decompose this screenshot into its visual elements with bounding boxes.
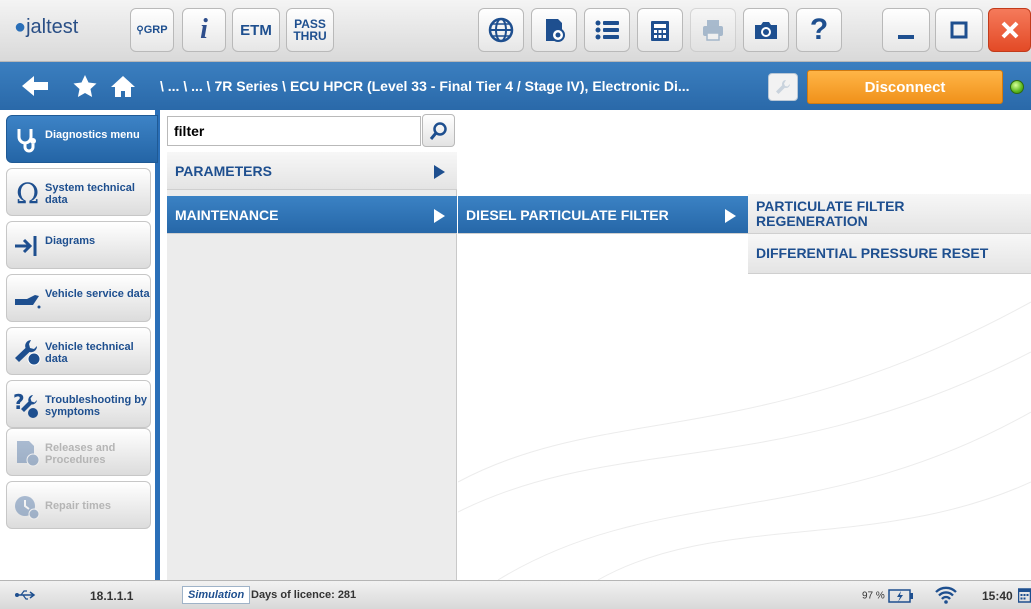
sidebar-item-label: Diagnostics menu	[45, 129, 140, 141]
search-icon	[429, 121, 447, 140]
usb-icon	[15, 590, 36, 600]
search-button[interactable]	[422, 114, 455, 147]
maximize-button[interactable]	[935, 8, 983, 52]
procedures-icon	[17, 441, 40, 467]
globe-button[interactable]	[478, 8, 524, 52]
svg-text:Ω: Ω	[16, 179, 39, 207]
home-button[interactable]	[110, 74, 136, 103]
menu-column-2: DIESEL PARTICULATE FILTER	[458, 196, 748, 234]
battery-status: 97 %	[862, 589, 914, 603]
sidebar-divider	[155, 110, 160, 580]
sidebar-item-diagrams[interactable]: Diagrams	[6, 221, 151, 269]
back-button[interactable]	[20, 74, 50, 103]
menu-column-1: PARAMETERS MAINTENANCE	[167, 152, 457, 580]
list-icon	[595, 20, 619, 40]
camera-icon	[755, 22, 777, 39]
maximize-icon	[950, 21, 968, 39]
view-button[interactable]	[531, 8, 577, 52]
close-button[interactable]	[988, 8, 1031, 52]
arrow-right-icon	[434, 209, 445, 223]
minimize-button[interactable]	[882, 8, 930, 52]
sidebar-item-label: Vehicle service data	[45, 288, 150, 300]
help-button[interactable]: ?	[796, 8, 842, 52]
sidebar-item-label: System technical data	[45, 182, 135, 206]
favorites-button[interactable]	[72, 74, 98, 103]
software-version: 18.1.1.1	[90, 589, 134, 603]
etm-button[interactable]: ETM	[232, 8, 280, 52]
status-bar: 18.1.1.1 Simulation Days of licence: 281…	[0, 580, 1031, 609]
clock: 15:40	[982, 589, 1013, 603]
wrench-icon	[776, 80, 790, 94]
arrow-right-icon	[434, 165, 445, 179]
menu-item-particulate-filter-regeneration[interactable]: PARTICULATE FILTER REGENERATION	[748, 194, 1031, 234]
omega-icon: Ω	[16, 179, 39, 207]
licence-days: Days of licence: 281	[251, 589, 357, 601]
wifi-icon	[935, 586, 957, 604]
stethoscope-icon	[17, 129, 36, 153]
globe-icon	[488, 17, 514, 43]
pass-thru-button[interactable]: PASS THRU	[286, 8, 334, 52]
sidebar-item-system-technical-data[interactable]: Ω System technical data	[6, 168, 151, 216]
calculator-button[interactable]	[637, 8, 683, 52]
calendar-icon	[1018, 588, 1031, 603]
simulation-badge: Simulation	[182, 586, 251, 604]
menu-item-maintenance[interactable]: MAINTENANCE	[167, 196, 457, 234]
sidebar-item-vehicle-technical-data[interactable]: Vehicle technical data	[6, 327, 151, 375]
diagram-arrow-icon	[15, 236, 37, 256]
wrench-globe-icon	[15, 340, 41, 366]
magnifier-icon: ⚲	[136, 24, 144, 36]
sidebar-item-label: Repair times	[45, 500, 112, 512]
list-button[interactable]	[584, 8, 630, 52]
star-icon	[73, 75, 97, 97]
home-icon	[111, 76, 135, 97]
menu-column-3: PARTICULATE FILTER REGENERATION DIFFEREN…	[748, 194, 1031, 274]
sidebar-item-label: Vehicle technical data	[45, 341, 134, 365]
troubleshooting-icon: ?	[13, 391, 38, 418]
printer-icon	[703, 20, 723, 41]
navigation-bar: \ ... \ ... \ 7R Series \ ECU HPCR (Leve…	[0, 62, 1031, 110]
screenshot-button[interactable]	[743, 8, 789, 52]
back-arrow-icon	[22, 76, 48, 96]
sidebar-item-releases-and-procedures[interactable]: Releases and Procedures	[6, 428, 151, 476]
sidebar-item-label: Troubleshooting by symptoms	[45, 394, 148, 418]
tools-button[interactable]	[768, 73, 798, 101]
battery-charging-icon	[887, 589, 913, 603]
print-button[interactable]	[690, 8, 736, 52]
calculator-icon	[651, 21, 669, 41]
sidebar-item-repair-times[interactable]: Repair times	[6, 481, 151, 529]
sidebar-item-troubleshooting[interactable]: ? Troubleshooting by symptoms	[6, 380, 151, 428]
breadcrumb: \ ... \ ... \ 7R Series \ ECU HPCR (Leve…	[160, 78, 690, 94]
sidebar-item-label: Diagrams	[45, 235, 96, 247]
sidebar-item-label: Releases and Procedures	[45, 442, 116, 466]
sidebar-item-vehicle-service-data[interactable]: Vehicle service data	[6, 274, 151, 322]
grp-button[interactable]: ⚲ GRP	[130, 8, 174, 52]
menu-item-diesel-particulate-filter[interactable]: DIESEL PARTICULATE FILTER	[458, 196, 748, 234]
repair-times-icon	[15, 496, 40, 520]
oil-can-icon	[15, 295, 41, 309]
page-eye-icon	[546, 19, 565, 42]
info-button[interactable]: i	[182, 8, 226, 52]
sidebar-item-diagnostics-menu[interactable]: Diagnostics menu	[6, 115, 158, 163]
jaltest-logo: ●jaltest	[14, 16, 79, 38]
menu-item-differential-pressure-reset[interactable]: DIFFERENTIAL PRESSURE RESET	[748, 234, 1031, 274]
disconnect-button[interactable]: Disconnect	[807, 70, 1003, 104]
minimize-icon	[898, 35, 914, 39]
sidebar: Diagnostics menu Ω System technical data…	[0, 110, 160, 580]
arrow-right-icon	[725, 209, 736, 223]
top-toolbar: ●jaltest ⚲ GRP i ETM PASS THRU ?	[0, 0, 1031, 62]
close-icon	[1001, 21, 1018, 39]
menu-item-parameters[interactable]: PARAMETERS	[167, 152, 457, 190]
search-input[interactable]: filter	[167, 116, 421, 146]
connection-status-led	[1010, 80, 1024, 94]
